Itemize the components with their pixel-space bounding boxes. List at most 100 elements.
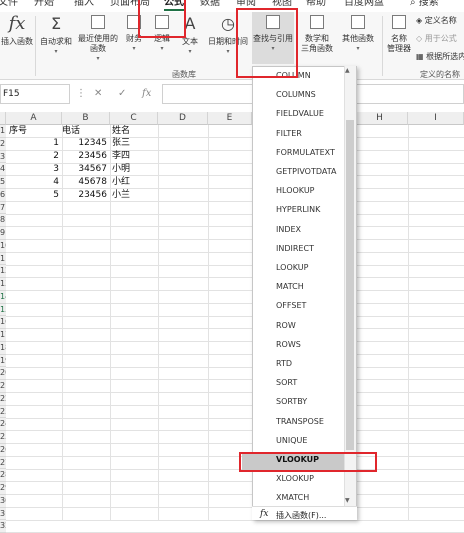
row-header-15[interactable]: 15: [0, 303, 6, 317]
column-header-h[interactable]: H: [352, 112, 408, 125]
dropdown-footer: fx 插入函数(F)...: [252, 506, 357, 520]
cell-b2[interactable]: 12345: [62, 137, 107, 149]
recently-used-button[interactable]: 最近使用的 函数 ▾: [76, 12, 120, 64]
row-header-7[interactable]: 7: [0, 201, 6, 215]
row-header-8[interactable]: 8: [0, 214, 6, 227]
column-header-b[interactable]: B: [62, 112, 110, 125]
row-header-12[interactable]: 12: [0, 265, 6, 278]
tab-data[interactable]: 数据: [200, 0, 220, 10]
scroll-down-arrow-icon[interactable]: ▼: [345, 497, 350, 504]
cell-b3[interactable]: 23456: [62, 150, 107, 162]
tab-file[interactable]: 文件: [0, 0, 18, 10]
dropdown-item-lookup[interactable]: LOOKUP: [276, 263, 308, 273]
cell-a1[interactable]: 序号: [9, 125, 27, 137]
dropdown-item-sortby[interactable]: SORTBY: [276, 397, 307, 407]
row-header-19[interactable]: 19: [0, 354, 6, 368]
define-name-button[interactable]: ◈ 定义名称: [416, 16, 457, 26]
dropdown-item-xlookup[interactable]: XLOOKUP: [276, 474, 314, 484]
dropdown-item-indirect[interactable]: INDIRECT: [276, 244, 314, 254]
cell-c3[interactable]: 李四: [112, 150, 130, 162]
row-header-17[interactable]: 17: [0, 329, 6, 342]
dropdown-item-transpose[interactable]: TRANSPOSE: [276, 417, 324, 427]
grid-line: [6, 251, 464, 253]
row-header-24[interactable]: 24: [0, 418, 6, 431]
row-header-23[interactable]: 23: [0, 405, 6, 419]
row-header-11[interactable]: 11: [0, 252, 6, 266]
dropdown-item-sort[interactable]: SORT: [276, 378, 297, 388]
row-header-31[interactable]: 31: [0, 507, 6, 521]
name-manager-button[interactable]: 名称 管理器: [384, 12, 414, 54]
cell-b1[interactable]: 电话: [62, 125, 80, 137]
cancel-icon[interactable]: ✕: [94, 84, 102, 104]
cell-a4[interactable]: 3: [6, 163, 59, 175]
search-box[interactable]: ⌕ 搜索: [410, 0, 439, 10]
row-header-25[interactable]: 25: [0, 431, 6, 444]
dropdown-item-formulatext[interactable]: FORMULATEXT: [276, 148, 335, 158]
column-header-d[interactable]: D: [158, 112, 208, 125]
cell-c4[interactable]: 小明: [112, 163, 130, 175]
tab-help[interactable]: 帮助: [306, 0, 326, 10]
row-header-26[interactable]: 26: [0, 443, 6, 457]
dropdown-scrollbar-thumb[interactable]: [346, 120, 354, 450]
cell-c5[interactable]: 小红: [112, 176, 130, 188]
insert-function-button[interactable]: fx 插入函数: [0, 12, 34, 47]
cell-c6[interactable]: 小兰: [112, 189, 130, 201]
fx-icon[interactable]: fx: [142, 84, 151, 104]
tab-insert[interactable]: 插入: [74, 0, 94, 10]
row-header-18[interactable]: 18: [0, 341, 6, 355]
dropdown-item-fieldvalue[interactable]: FIELDVALUE: [276, 109, 324, 119]
column-header-a[interactable]: A: [6, 112, 62, 125]
tab-home[interactable]: 开始: [34, 0, 54, 10]
dropdown-item-index[interactable]: INDEX: [276, 225, 301, 235]
row-header-10[interactable]: 10: [0, 239, 6, 253]
cell-c2[interactable]: 张三: [112, 137, 130, 149]
cell-b4[interactable]: 34567: [62, 163, 107, 175]
name-box[interactable]: F15: [0, 84, 70, 104]
cell-b5[interactable]: 45678: [62, 176, 107, 188]
cell-a2[interactable]: 1: [6, 137, 59, 149]
row-header-9[interactable]: 9: [0, 227, 6, 240]
row-header-14[interactable]: 14: [0, 290, 6, 304]
column-header-e[interactable]: E: [208, 112, 252, 125]
column-header-c[interactable]: C: [110, 112, 158, 125]
autosum-button[interactable]: Σ 自动求和 ▾: [38, 12, 74, 57]
tab-baidu-netdisk[interactable]: 百度网盘: [344, 0, 384, 10]
row-header-1[interactable]: 1: [0, 125, 6, 138]
dropdown-item-rtd[interactable]: RTD: [276, 359, 292, 369]
row-header-16[interactable]: 16: [0, 316, 6, 329]
math-trig-button[interactable]: 数学和 三角函数: [298, 12, 336, 54]
dropdown-item-xmatch[interactable]: XMATCH: [276, 493, 309, 503]
dropdown-item-row[interactable]: ROW: [276, 321, 296, 331]
more-functions-button[interactable]: 其他函数 ▾: [338, 12, 378, 54]
autosum-label: 自动求和: [40, 37, 72, 46]
row-header-29[interactable]: 29: [0, 482, 6, 495]
use-in-formula-button[interactable]: ◇ 用于公式: [416, 34, 457, 44]
dropdown-item-rows[interactable]: ROWS: [276, 340, 301, 350]
insert-function-menu-item[interactable]: 插入函数(F)...: [276, 510, 326, 521]
dropdown-item-hlookup[interactable]: HLOOKUP: [276, 186, 315, 196]
row-header-20[interactable]: 20: [0, 367, 6, 380]
row-header-21[interactable]: 21: [0, 380, 6, 393]
row-header-32[interactable]: 32: [0, 520, 6, 533]
column-header-i[interactable]: I: [408, 112, 464, 125]
dropdown-item-unique[interactable]: UNIQUE: [276, 436, 307, 446]
cell-a6[interactable]: 5: [6, 189, 59, 201]
dropdown-item-hyperlink[interactable]: HYPERLINK: [276, 205, 320, 215]
dropdown-item-getpivotdata[interactable]: GETPIVOTDATA: [276, 167, 336, 177]
create-from-selection-button[interactable]: ▦ 根据所选内: [416, 52, 464, 62]
cell-a5[interactable]: 4: [6, 176, 59, 188]
row-header-30[interactable]: 30: [0, 494, 6, 508]
scroll-up-arrow-icon[interactable]: ▲: [345, 67, 350, 74]
dropdown-item-filter[interactable]: FILTER: [276, 129, 302, 139]
cell-a3[interactable]: 2: [6, 150, 59, 162]
cell-b6[interactable]: 23456: [62, 189, 107, 201]
dropdown-item-offset[interactable]: OFFSET: [276, 301, 306, 311]
row-header-28[interactable]: 28: [0, 469, 6, 482]
dropdown-item-match[interactable]: MATCH: [276, 282, 304, 292]
cell-c1[interactable]: 姓名: [112, 125, 130, 137]
dropdown-item-columns[interactable]: COLUMNS: [276, 90, 316, 100]
enter-check-icon[interactable]: ✓: [118, 84, 126, 104]
row-header-13[interactable]: 13: [0, 278, 6, 291]
row-header-22[interactable]: 22: [0, 392, 6, 406]
row-header-27[interactable]: 27: [0, 456, 6, 470]
